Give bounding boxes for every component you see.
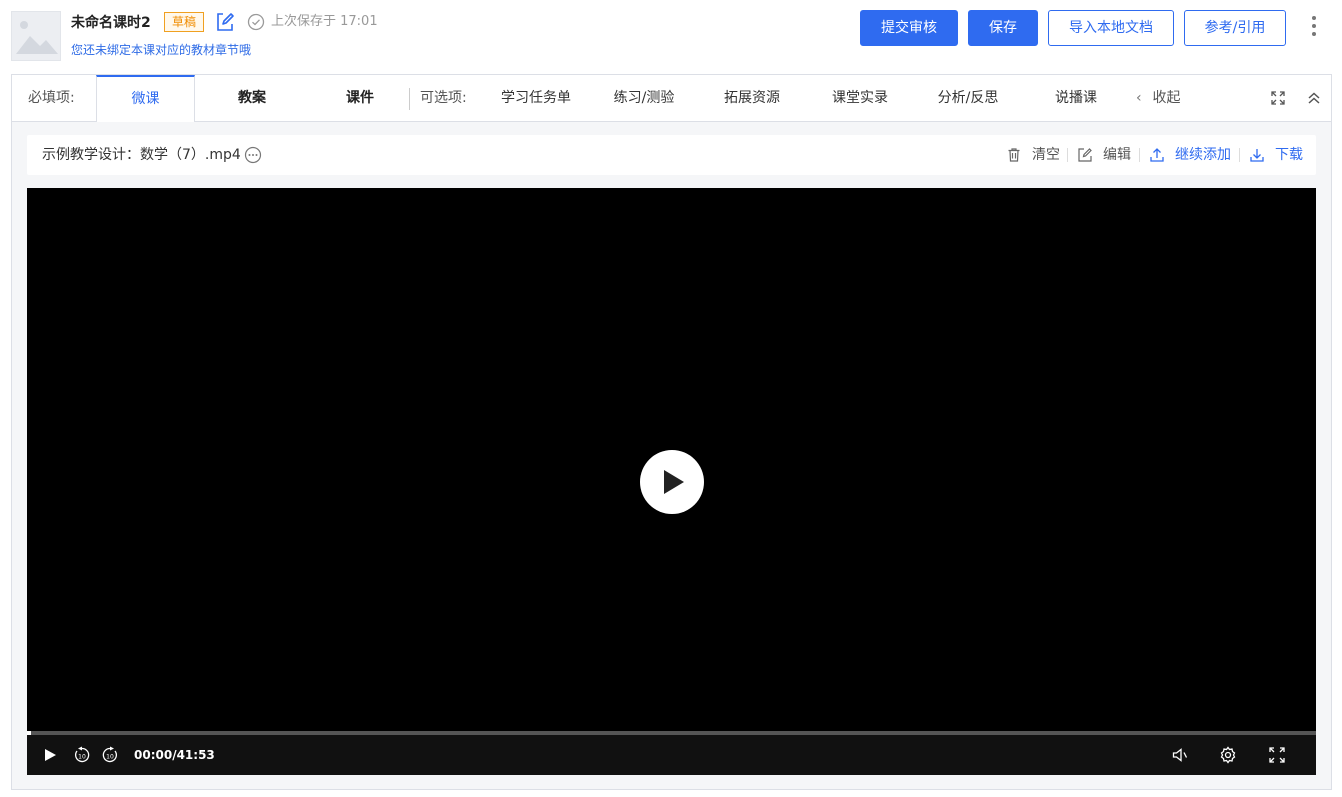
content-panel: 必填项: 微课 教案 课件 可选项: 学习任务单 练习/测验 拓展资源 课堂实录… — [11, 74, 1332, 790]
import-local-doc-button[interactable]: 导入本地文档 — [1048, 10, 1174, 46]
tab-bar: 必填项: 微课 教案 课件 可选项: 学习任务单 练习/测验 拓展资源 课堂实录… — [12, 75, 1331, 122]
edit-title-icon[interactable] — [214, 11, 236, 33]
settings-gear-icon[interactable] — [1219, 746, 1237, 764]
video-player[interactable]: 10 10 00:00/41:53 — [27, 188, 1316, 775]
tab-extension[interactable]: 拓展资源 — [705, 75, 799, 121]
check-circle-icon — [247, 13, 265, 31]
lesson-header: 未命名课时2 草稿 上次保存于 17:01 您还未绑定本课对应的教材章节哦 提交… — [0, 0, 1342, 70]
tab-divider — [409, 88, 410, 110]
edit-icon — [1078, 148, 1092, 162]
tab-lesson-plan[interactable]: 教案 — [202, 75, 302, 121]
play-small-icon[interactable] — [41, 746, 59, 764]
svg-text:10: 10 — [78, 754, 86, 761]
tab-exercise[interactable]: 练习/测验 — [597, 75, 691, 121]
play-icon[interactable] — [640, 450, 704, 514]
download-label: 下载 — [1275, 147, 1303, 163]
trash-icon — [1008, 148, 1020, 162]
time-display: 00:00/41:53 — [134, 748, 215, 762]
lesson-title: 未命名课时2 — [71, 15, 151, 31]
collapse-label: 收起 — [1152, 90, 1181, 106]
expand-icon[interactable] — [1269, 89, 1287, 107]
volume-icon[interactable] — [1171, 746, 1189, 764]
more-horizontal-circle-icon[interactable] — [244, 146, 262, 164]
reference-button[interactable]: 参考/引用 — [1184, 10, 1286, 46]
more-vertical-icon[interactable] — [1306, 14, 1322, 40]
tab-task-sheet[interactable]: 学习任务单 — [489, 75, 583, 121]
upload-icon — [1150, 148, 1164, 162]
status-badge: 草稿 — [164, 12, 205, 32]
required-label: 必填项: — [28, 90, 75, 106]
save-button[interactable]: 保存 — [968, 10, 1038, 46]
tab-micro-lesson[interactable]: 微课 — [96, 75, 195, 122]
edit-label: 编辑 — [1103, 147, 1131, 163]
svg-text:10: 10 — [106, 754, 114, 761]
clear-label: 清空 — [1032, 147, 1060, 163]
chevron-left-icon: ‹ — [1136, 90, 1142, 106]
rewind-10-icon[interactable]: 10 — [73, 746, 91, 764]
player-controls: 10 10 00:00/41:53 — [27, 735, 1316, 775]
action-divider — [1067, 148, 1068, 162]
image-placeholder-icon — [12, 12, 60, 60]
collapse-tabs-button[interactable]: ‹ 收起 — [1136, 75, 1180, 121]
tab-analysis[interactable]: 分析/反思 — [921, 75, 1015, 121]
forward-10-icon[interactable]: 10 — [101, 746, 119, 764]
tab-class-record[interactable]: 课堂实录 — [813, 75, 907, 121]
action-divider — [1239, 148, 1240, 162]
lesson-thumbnail[interactable] — [11, 11, 61, 61]
tab-courseware[interactable]: 课件 — [310, 75, 410, 121]
file-name: 示例教学设计：数学（7）.mp4 — [42, 147, 241, 163]
fullscreen-icon[interactable] — [1268, 746, 1286, 764]
tab-explain-lesson[interactable]: 说播课 — [1029, 75, 1123, 121]
chevron-up-icon[interactable] — [1305, 89, 1323, 107]
action-divider — [1139, 148, 1140, 162]
download-icon — [1250, 149, 1264, 162]
optional-label: 可选项: — [420, 90, 467, 106]
continue-add-label: 继续添加 — [1175, 147, 1231, 163]
last-saved-text: 上次保存于 17:01 — [271, 14, 378, 29]
bind-textbook-link[interactable]: 您还未绑定本课对应的教材章节哦 — [71, 42, 251, 58]
file-bar: 示例教学设计：数学（7）.mp4 清空 编辑 继续添加 下载 — [27, 135, 1316, 175]
submit-review-button[interactable]: 提交审核 — [860, 10, 958, 46]
